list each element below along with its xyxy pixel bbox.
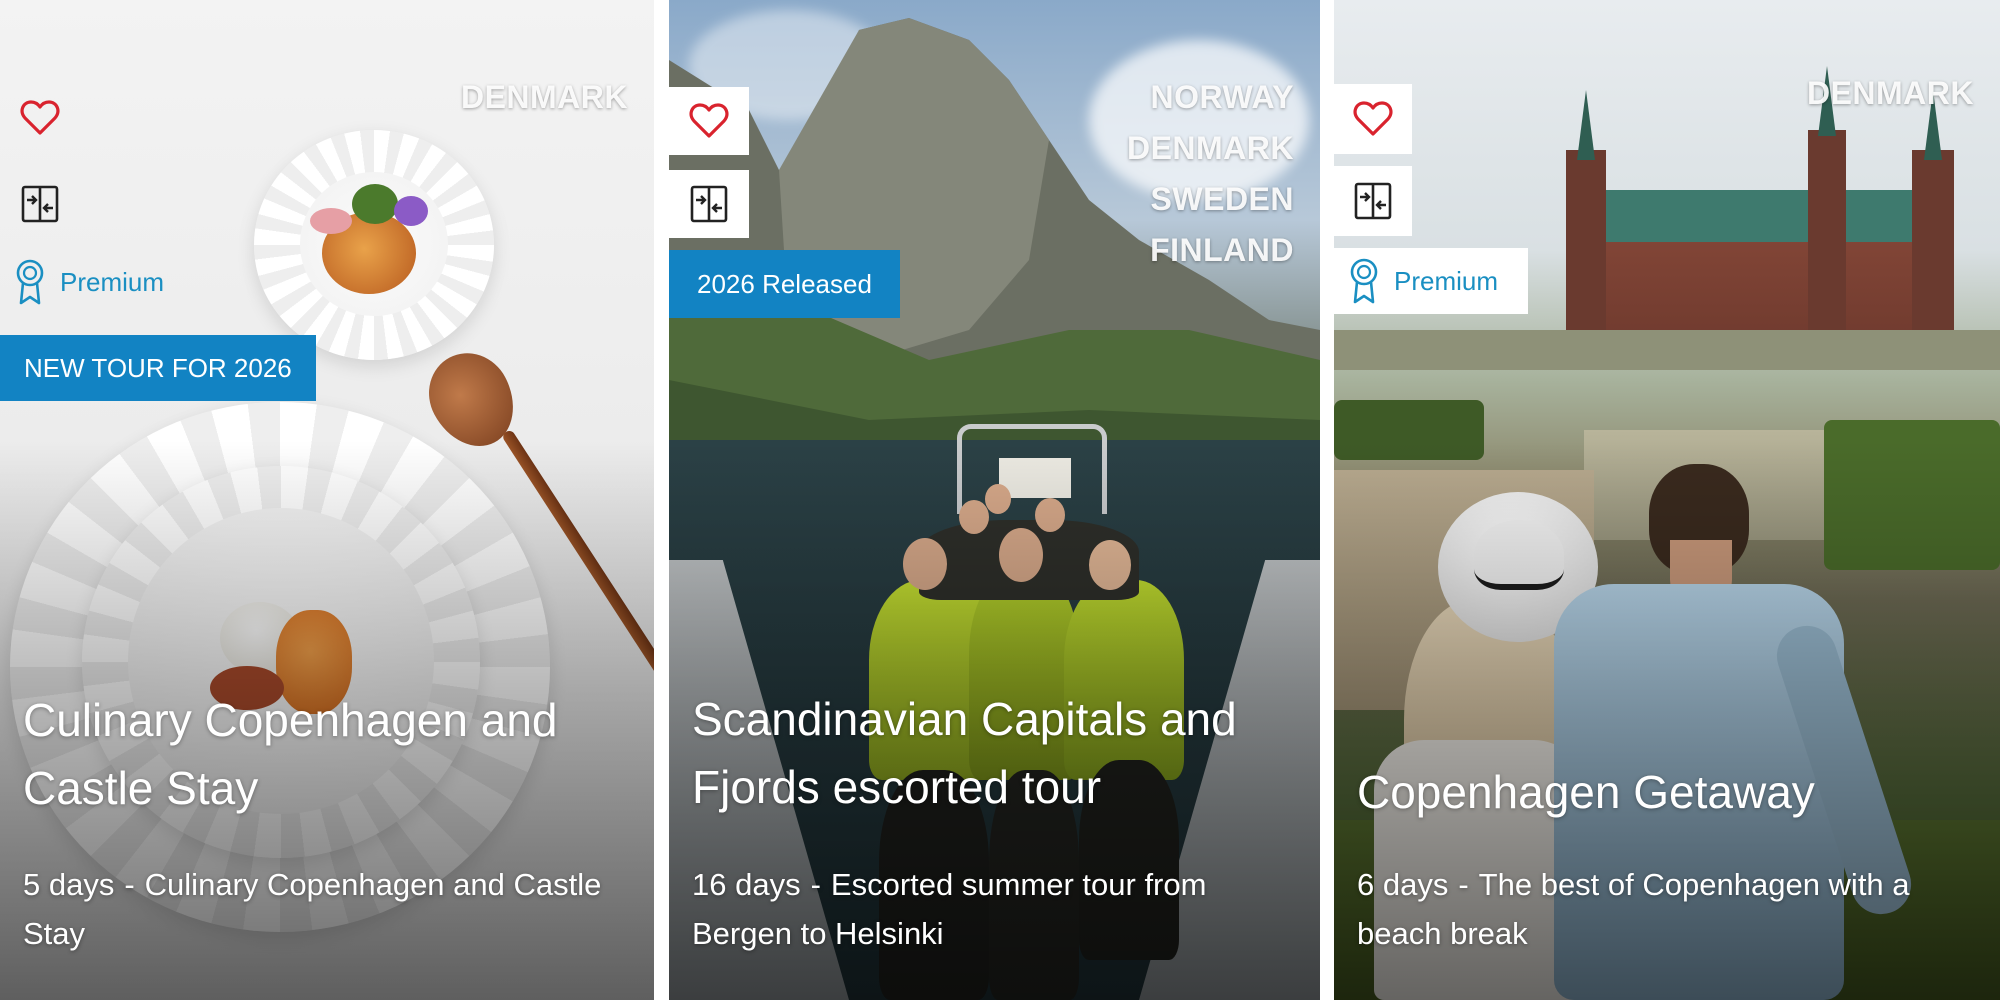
favorite-button[interactable]	[0, 86, 80, 150]
premium-badge: Premium	[0, 250, 194, 314]
tour-title[interactable]: Scandinavian Capitals and Fjords escorte…	[692, 685, 1300, 821]
country-label: DENMARK	[460, 79, 628, 115]
tour-title[interactable]: Copenhagen Getaway	[1357, 758, 1980, 826]
tour-card[interactable]: NORWAY DENMARK SWEDEN FINLAND 2026 Relea…	[669, 0, 1320, 1000]
separator: -	[810, 867, 821, 902]
tour-tag: NEW TOUR FOR 2026	[0, 335, 316, 401]
premium-label: Premium	[1394, 265, 1499, 296]
compare-button[interactable]	[0, 172, 80, 236]
country-list: NORWAY DENMARK SWEDEN FINLAND	[1127, 72, 1294, 276]
country-label: DENMARK	[1126, 130, 1294, 166]
heart-icon	[1353, 101, 1393, 136]
favorite-button[interactable]	[1334, 84, 1412, 154]
country-list: DENMARK	[1807, 68, 1974, 119]
compare-button[interactable]	[669, 170, 749, 238]
premium-label: Premium	[60, 266, 165, 297]
tour-tag: 2026 Released	[669, 250, 900, 318]
country-label: FINLAND	[1150, 232, 1294, 268]
tour-card[interactable]: DENMARK Premium NEW TOUR FOR 2026 Culina…	[0, 0, 654, 1000]
compare-icon	[21, 185, 59, 223]
separator: -	[124, 867, 135, 902]
country-label: DENMARK	[1806, 75, 1974, 111]
tour-description: 6 days - The best of Copenhagen with a bea…	[1357, 860, 1980, 958]
compare-icon	[1354, 182, 1392, 220]
compare-button[interactable]	[1334, 166, 1412, 236]
separator: -	[1458, 867, 1469, 902]
country-label: NORWAY	[1150, 79, 1294, 115]
tour-duration: 16 days	[692, 867, 801, 902]
ribbon-award-icon	[16, 259, 44, 305]
tour-title[interactable]: Culinary Copenhagen and Castle Stay	[23, 686, 634, 822]
country-list: DENMARK	[461, 72, 628, 123]
tour-description: 5 days - Culinary Copenhagen and Castle St…	[23, 860, 634, 958]
favorite-button[interactable]	[669, 87, 749, 155]
tour-description: 16 days - Escorted summer tour from Bergen…	[692, 860, 1300, 958]
country-label: SWEDEN	[1150, 181, 1294, 217]
tour-duration: 6 days	[1357, 867, 1449, 902]
premium-badge: Premium	[1334, 248, 1529, 314]
compare-icon	[690, 185, 728, 223]
heart-icon	[20, 100, 60, 135]
tour-card[interactable]: DENMARK Premium Copenhagen Getaway 6 day…	[1334, 0, 2000, 1000]
tour-duration: 5 days	[23, 867, 115, 902]
ribbon-award-icon	[1350, 258, 1378, 304]
heart-icon	[689, 103, 729, 138]
